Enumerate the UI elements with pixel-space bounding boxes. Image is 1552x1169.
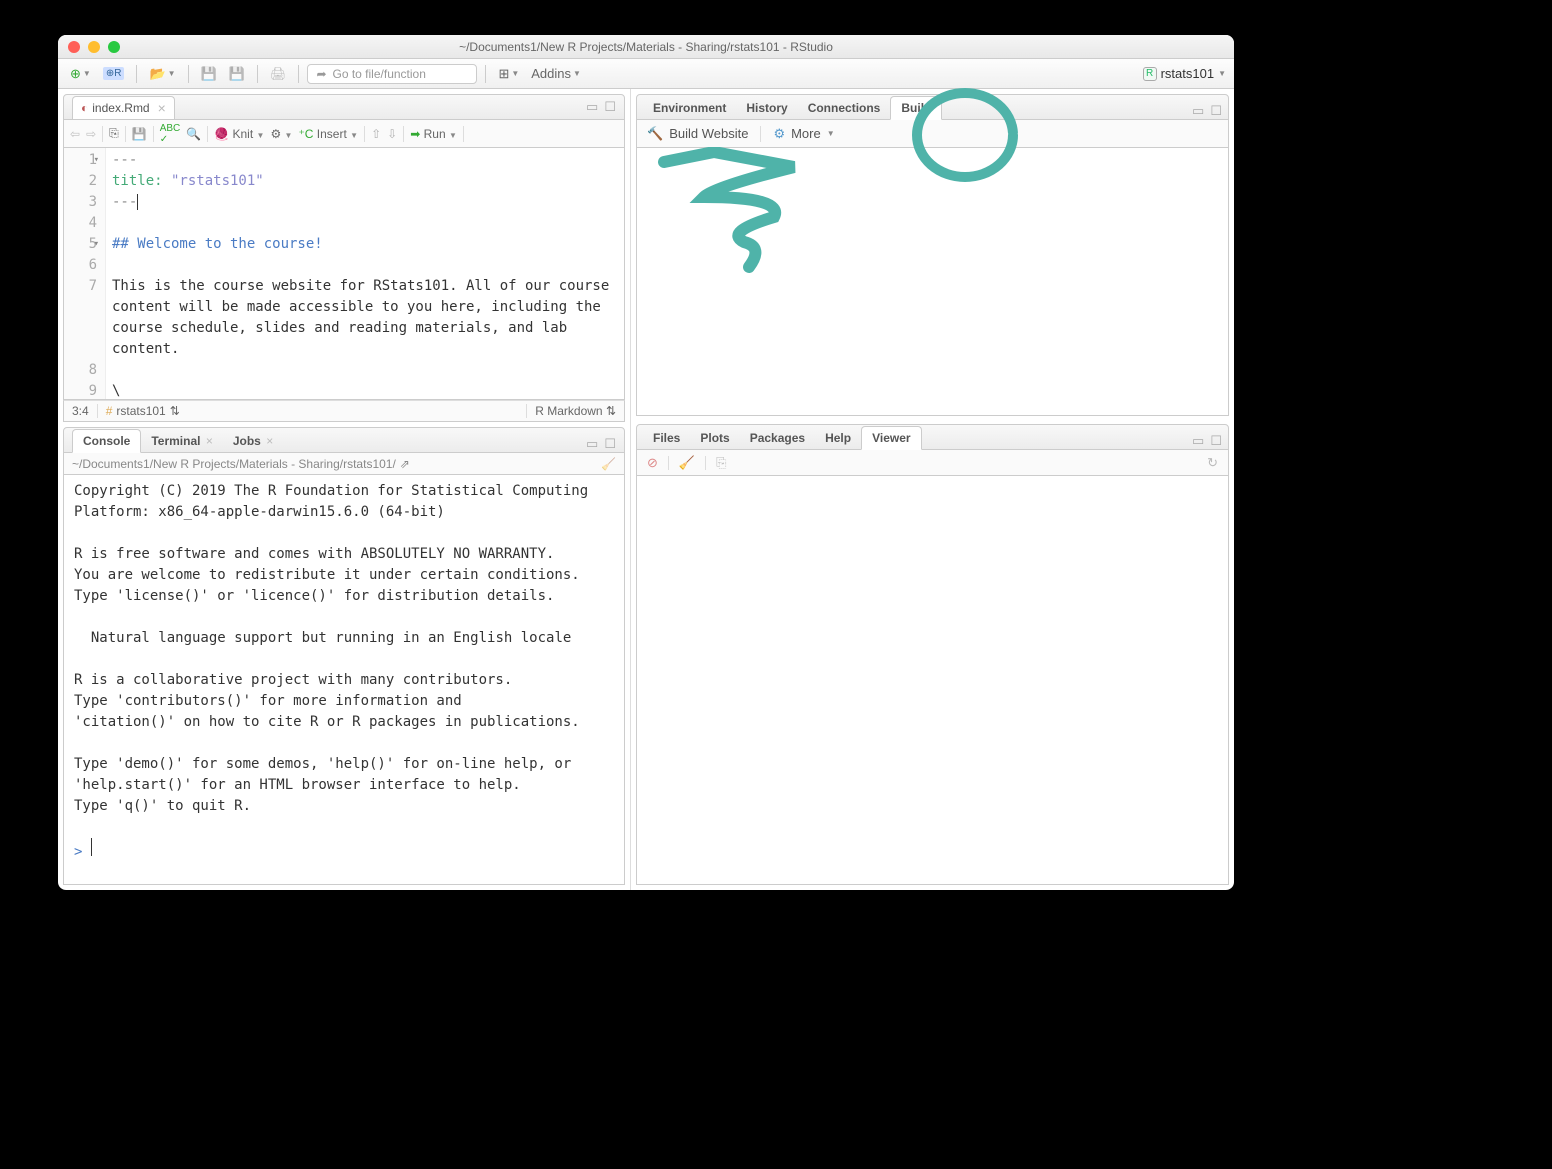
file-type-selector[interactable]: R Markdown ⇅ — [526, 404, 624, 418]
find-icon[interactable]: 🔍 — [186, 127, 201, 141]
knit-button[interactable]: 🧶 Knit ▼ — [214, 127, 264, 141]
viewer-toolbar: ⊘ 🧹 ⎘ ↻ — [636, 450, 1229, 476]
editor-statusbar: 3:4 # rstats101 ⇅ R Markdown ⇅ — [63, 400, 625, 422]
broom-icon[interactable]: 🧹 — [679, 455, 695, 471]
main-toolbar: ⊕ ▼ ⊕R 📂 ▼ 💾 💾 🖨 ➦ Go to file/function ⊞… — [58, 59, 1234, 89]
editor-toolbar: ⇦ ⇨ ⎘ 💾 ABC✓ 🔍 🧶 Knit ▼ ⚙ ▼ ⁺C Insert ▼ … — [63, 120, 625, 148]
close-tab-icon[interactable]: × — [158, 100, 166, 116]
run-button[interactable]: ➡ Run ▼ — [410, 127, 457, 141]
gear-icon: ⚙ — [773, 126, 785, 142]
save-button[interactable]: 💾 — [197, 64, 221, 84]
tab-connections[interactable]: Connections — [798, 97, 891, 119]
right-pane: Environment History Connections Build ▭ … — [631, 89, 1234, 890]
print-button[interactable]: 🖨 — [266, 64, 291, 84]
tab-environment[interactable]: Environment — [643, 97, 736, 119]
file-tab-index-rmd[interactable]: ◐ index.Rmd × — [72, 96, 175, 119]
console-path-link-icon[interactable]: ⇗ — [400, 457, 410, 471]
spellcheck-icon[interactable]: ABC✓ — [160, 123, 181, 145]
tab-console[interactable]: Console — [72, 429, 141, 453]
r-project-icon: R — [1143, 67, 1157, 81]
popout-icon[interactable]: ⎘ — [109, 126, 119, 141]
code-editor[interactable]: 1▾ 234 5▾ 67 8910 --- title: "rstats101"… — [63, 148, 625, 400]
forward-icon[interactable]: ⇨ — [86, 127, 96, 141]
tab-files[interactable]: Files — [643, 427, 690, 449]
build-website-button[interactable]: 🔨 Build Website — [647, 126, 748, 142]
console-path: ~/Documents1/New R Projects/Materials - … — [63, 453, 625, 475]
insert-button[interactable]: ⁺C Insert ▼ — [298, 127, 358, 141]
titlebar: ~/Documents1/New R Projects/Materials - … — [58, 35, 1234, 59]
refresh-viewer-icon[interactable]: ↻ — [1207, 455, 1218, 471]
maximize-console-icon[interactable]: ☐ — [604, 436, 616, 452]
maximize-pane-icon[interactable]: ☐ — [604, 99, 616, 115]
goto-arrow-icon: ➦ — [316, 67, 326, 81]
clear-console-icon[interactable]: 🧹 — [601, 457, 616, 471]
project-menu[interactable]: R rstats101 ▼ — [1143, 66, 1226, 81]
more-button[interactable]: ⚙ More ▼ — [773, 126, 834, 142]
addins-button[interactable]: Addins ▼ — [527, 64, 585, 83]
chunk-nav[interactable]: # rstats101 ⇅ — [98, 404, 188, 418]
maximize-tr-icon[interactable]: ☐ — [1210, 103, 1222, 119]
hammer-icon: 🔨 — [647, 126, 663, 142]
tab-help[interactable]: Help — [815, 427, 861, 449]
tab-jobs[interactable]: Jobs × — [223, 430, 283, 452]
clear-viewer-icon[interactable]: ⊘ — [647, 455, 658, 471]
go-next-icon[interactable]: ⇩ — [387, 127, 397, 141]
cursor-position: 3:4 — [64, 404, 98, 418]
tab-history[interactable]: History — [736, 97, 797, 119]
save-all-button[interactable]: 💾 — [225, 64, 249, 84]
go-prev-icon[interactable]: ⇧ — [371, 127, 381, 141]
open-file-button[interactable]: 📂 ▼ — [145, 64, 179, 84]
new-file-button[interactable]: ⊕ ▼ — [66, 64, 95, 84]
rmd-file-icon: ◐ — [81, 101, 88, 115]
console-output[interactable]: Copyright (C) 2019 The R Foundation for … — [63, 475, 625, 885]
window-title: ~/Documents1/New R Projects/Materials - … — [58, 40, 1234, 54]
build-output — [636, 148, 1229, 416]
settings-icon[interactable]: ⚙ ▼ — [270, 127, 292, 141]
code-content[interactable]: --- title: "rstats101" --- ## Welcome to… — [106, 148, 624, 399]
bot-right-tabbar: Files Plots Packages Help Viewer ▭ ☐ — [636, 424, 1229, 450]
rstudio-window: ~/Documents1/New R Projects/Materials - … — [58, 35, 1234, 890]
minimize-pane-icon[interactable]: ▭ — [586, 99, 598, 115]
save-file-icon[interactable]: 💾 — [132, 127, 147, 141]
top-right-tabbar: Environment History Connections Build ▭ … — [636, 94, 1229, 120]
minimize-br-icon[interactable]: ▭ — [1192, 433, 1204, 449]
back-icon[interactable]: ⇦ — [70, 127, 80, 141]
minimize-console-icon[interactable]: ▭ — [586, 436, 598, 452]
new-project-button[interactable]: ⊕R — [99, 65, 129, 82]
tab-plots[interactable]: Plots — [690, 427, 739, 449]
tab-terminal[interactable]: Terminal × — [141, 430, 222, 452]
tab-packages[interactable]: Packages — [740, 427, 815, 449]
popout-viewer-icon[interactable]: ⎘ — [716, 455, 726, 471]
goto-file-input[interactable]: ➦ Go to file/function — [307, 64, 477, 84]
editor-tabbar: ◐ index.Rmd × ▭ ☐ — [63, 94, 625, 120]
viewer-pane — [636, 476, 1229, 885]
minimize-tr-icon[interactable]: ▭ — [1192, 103, 1204, 119]
tab-viewer[interactable]: Viewer — [861, 426, 921, 450]
build-toolbar: 🔨 Build Website ⚙ More ▼ — [636, 120, 1229, 148]
console-tabbar: Console Terminal × Jobs × ▭ ☐ — [63, 427, 625, 453]
tab-build[interactable]: Build — [890, 96, 942, 120]
maximize-br-icon[interactable]: ☐ — [1210, 433, 1222, 449]
left-pane: ◐ index.Rmd × ▭ ☐ ⇦ ⇨ ⎘ 💾 ABC✓ 🔍 — [58, 89, 631, 890]
line-gutter: 1▾ 234 5▾ 67 8910 — [64, 148, 106, 399]
grid-button[interactable]: ⊞ ▼ — [494, 64, 523, 84]
